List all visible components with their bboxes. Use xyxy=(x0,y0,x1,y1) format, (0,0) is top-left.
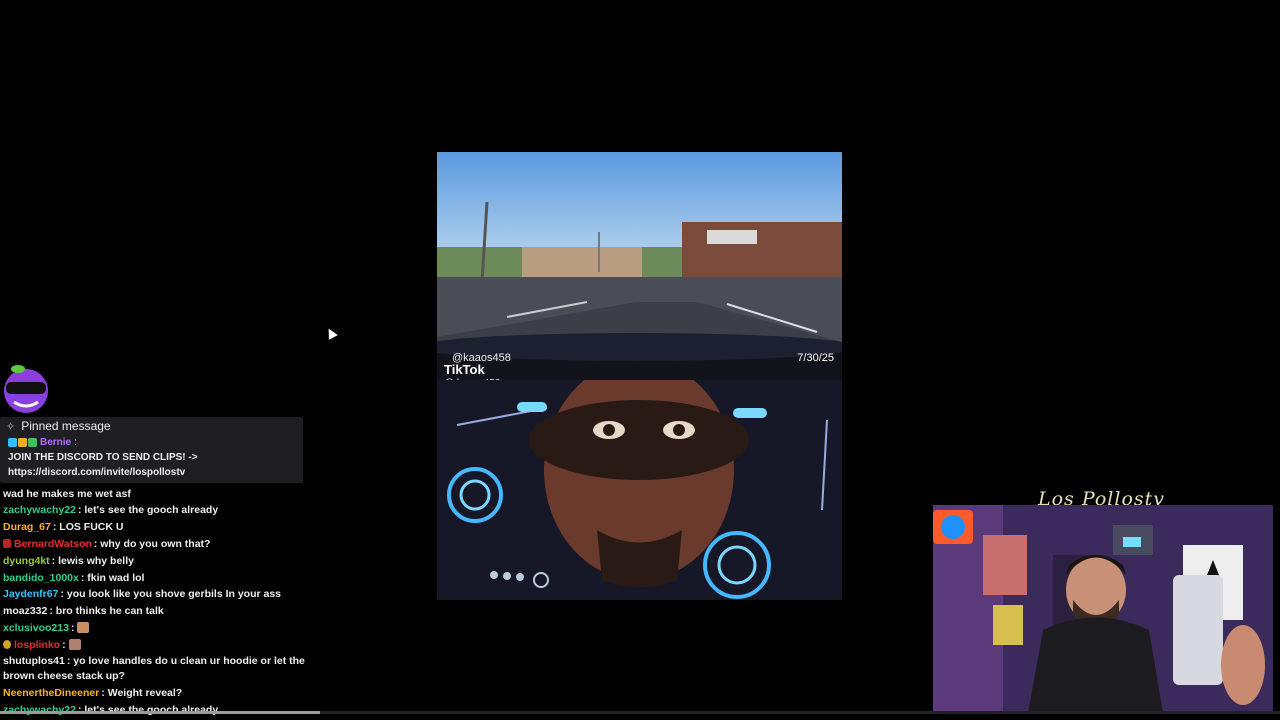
chat-text: wad he makes me wet asf xyxy=(3,488,131,500)
playback-progress-fill xyxy=(0,711,320,714)
chat-text: you look like you shove gerbils In your … xyxy=(66,588,282,600)
chat-text: Weight reveal? xyxy=(107,687,183,699)
emote-icon xyxy=(68,639,81,650)
chat-message: dyung4kt: lewis why belly xyxy=(3,555,134,567)
chat-message: wad he makes me wet asf xyxy=(3,487,131,502)
chat-text: yo love handles do u clean ur hoodie or … xyxy=(73,655,305,667)
chat-username[interactable]: Durag_67 xyxy=(3,521,51,533)
chat-message: losplinko: xyxy=(3,638,81,653)
chat-username[interactable]: dyung4kt xyxy=(3,555,50,567)
mascot-emote-icon xyxy=(4,365,48,413)
chat-message: BernardWatson: why do you own that? xyxy=(3,537,210,552)
tiktok-logo-text: TikTok xyxy=(444,362,485,377)
pinned-link[interactable]: https://discord.com/invite/lospollostv xyxy=(8,467,185,478)
chat-username[interactable]: NeenertheDineener xyxy=(3,687,99,699)
chat-text: brown cheese stack up? xyxy=(3,670,125,682)
street-driving-clip xyxy=(437,152,842,380)
sword-badge-icon xyxy=(8,438,17,447)
pinned-text-line1: JOIN THE DISCORD TO SEND CLIPS! -> xyxy=(8,452,198,463)
chat-text: why do you own that? xyxy=(100,538,211,550)
crown-badge-icon xyxy=(18,438,27,447)
clip-video-player[interactable]: @kaaos458 7/30/25 TikTok @ kaaos458 xyxy=(437,152,842,600)
chat-text: fkin wad lol xyxy=(87,572,145,584)
chat-message: NeenertheDineener: Weight reveal? xyxy=(3,687,183,699)
emote-icon xyxy=(77,622,90,633)
chat-message: shutuplos41: yo love handles do u clean … xyxy=(3,655,305,667)
pinned-author: Bernie: xyxy=(8,437,77,448)
chat-username[interactable]: moaz332 xyxy=(3,605,47,617)
chat-message-continued: brown cheese stack up? xyxy=(3,669,125,684)
chat-username[interactable]: shutuplos41 xyxy=(3,655,65,667)
chat-message: zachywachy22: let's see the gooch alread… xyxy=(3,504,219,516)
chat-username[interactable]: xclusivoo213 xyxy=(3,622,69,634)
chat-text: bro thinks he can talk xyxy=(55,605,164,617)
user-badges xyxy=(8,438,37,447)
chat-message: bandido_1000x: fkin wad lol xyxy=(3,572,145,584)
chat-username[interactable]: bandido_1000x xyxy=(3,572,79,584)
pinned-header-label: Pinned message xyxy=(21,419,111,433)
chat-username[interactable]: losplinko xyxy=(14,639,60,651)
pinned-header: ✧ Pinned message xyxy=(6,419,111,433)
mod-badge-icon xyxy=(3,539,11,548)
pinned-username[interactable]: Bernie xyxy=(40,437,71,448)
chat-text: let's see the gooch already xyxy=(84,504,219,516)
chat-text: LOS FUCK U xyxy=(59,521,124,533)
pinned-message[interactable]: ✧ Pinned message Bernie: JOIN THE DISCOR… xyxy=(0,417,303,483)
webcam-feed xyxy=(933,505,1273,713)
chat-username[interactable]: zachywachy22 xyxy=(3,504,76,516)
webcam-scene xyxy=(933,505,1273,713)
gear-badge-icon xyxy=(28,438,37,447)
chat-message: xclusivoo213: xyxy=(3,621,90,636)
mouse-cursor xyxy=(324,326,338,340)
playback-progress-bar[interactable] xyxy=(0,711,1280,714)
chat-text: let's see the gooch already xyxy=(84,704,219,716)
chat-message: moaz332: bro thinks he can talk xyxy=(3,605,164,617)
chat-username[interactable]: zachywachy22 xyxy=(3,704,76,716)
clip-date: 7/30/25 xyxy=(797,352,834,364)
chat-username[interactable]: BernardWatson xyxy=(14,538,92,550)
hud-face-clip xyxy=(437,380,842,600)
mod-badge-icon xyxy=(3,640,11,649)
chat-message: Durag_67: LOS FUCK U xyxy=(3,521,124,533)
chat-username[interactable]: Jaydenfr67 xyxy=(3,588,58,600)
pin-icon: ✧ xyxy=(6,420,16,433)
chat-text: lewis why belly xyxy=(58,555,134,567)
chat-message: Jaydenfr67: you look like you shove gerb… xyxy=(3,588,282,600)
